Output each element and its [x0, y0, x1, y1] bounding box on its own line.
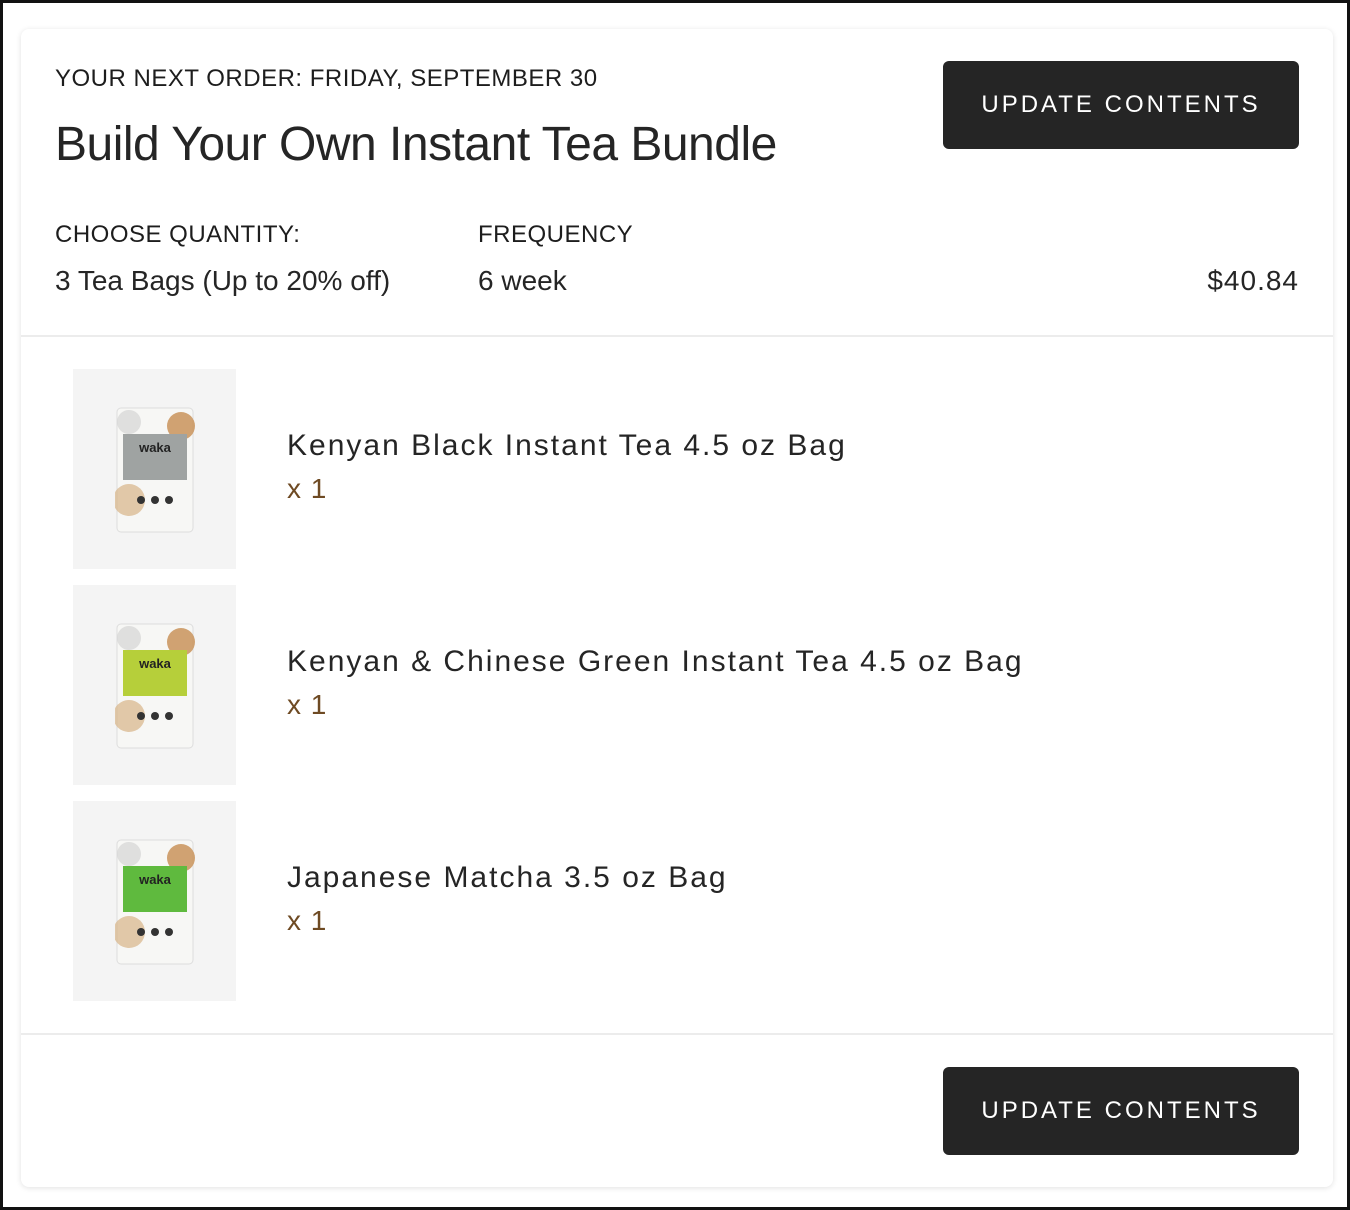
- svg-text:waka: waka: [138, 440, 172, 455]
- bundle-items-list: waka Kenyan Black Instant Tea 4.5 oz Bag…: [21, 337, 1333, 1035]
- product-image: waka: [73, 801, 236, 1001]
- product-quantity: x 1: [287, 689, 328, 720]
- product-name: Japanese Matcha 3.5 oz Bag: [287, 861, 728, 894]
- product-image: waka: [73, 369, 236, 569]
- svg-text:waka: waka: [138, 872, 172, 887]
- tea-bag-icon: waka: [114, 623, 195, 749]
- list-item: waka Japanese Matcha 3.5 oz Bag x 1: [73, 801, 1273, 1001]
- frequency-value: 6 week: [478, 265, 567, 296]
- update-contents-button[interactable]: UPDATE CONTENTS: [943, 61, 1299, 149]
- list-item: waka Kenyan & Chinese Green Instant Tea …: [73, 585, 1273, 785]
- order-price: $40.84: [1207, 265, 1299, 296]
- product-quantity: x 1: [287, 473, 328, 504]
- next-order-date: YOUR NEXT ORDER: FRIDAY, SEPTEMBER 30: [55, 65, 598, 92]
- quantity-value: 3 Tea Bags (Up to 20% off): [55, 265, 391, 296]
- frequency-label: FREQUENCY: [478, 221, 634, 248]
- product-name: Kenyan Black Instant Tea 4.5 oz Bag: [287, 429, 847, 462]
- order-header: YOUR NEXT ORDER: FRIDAY, SEPTEMBER 30 Bu…: [21, 29, 1333, 337]
- subscription-card: YOUR NEXT ORDER: FRIDAY, SEPTEMBER 30 Bu…: [21, 29, 1333, 1187]
- product-name: Kenyan & Chinese Green Instant Tea 4.5 o…: [287, 645, 1024, 678]
- list-item: waka Kenyan Black Instant Tea 4.5 oz Bag…: [73, 369, 1273, 569]
- bundle-title: Build Your Own Instant Tea Bundle: [55, 118, 777, 171]
- tea-bag-icon: waka: [114, 839, 195, 965]
- product-image: waka: [73, 585, 236, 785]
- svg-text:waka: waka: [138, 656, 172, 671]
- product-quantity: x 1: [287, 905, 328, 936]
- quantity-label: CHOOSE QUANTITY:: [55, 221, 301, 248]
- update-contents-button-bottom[interactable]: UPDATE CONTENTS: [943, 1067, 1299, 1155]
- tea-bag-icon: waka: [114, 407, 195, 533]
